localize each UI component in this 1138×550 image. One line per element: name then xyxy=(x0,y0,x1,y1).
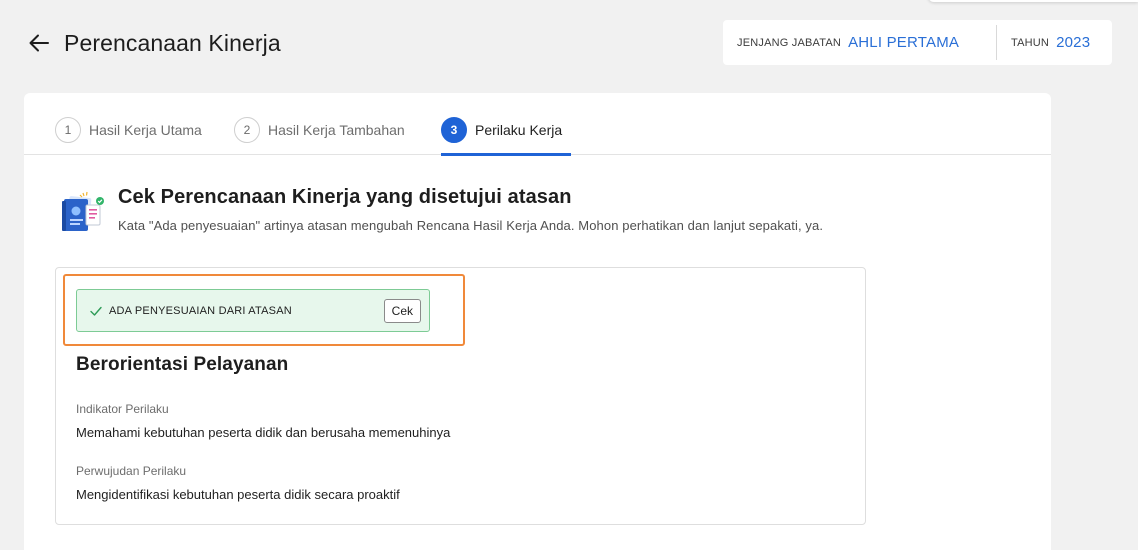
tab-label: Hasil Kerja Tambahan xyxy=(268,122,405,138)
tab-step-number: 1 xyxy=(55,117,81,143)
notice-description: Kata "Ada penyesuaian" artinya atasan me… xyxy=(118,218,824,233)
page-header: Perencanaan Kinerja xyxy=(28,28,281,58)
indikator-perilaku-label: Indikator Perilaku xyxy=(76,402,169,416)
jenjang-jabatan-value: AHLI PERTAMA xyxy=(848,34,960,51)
tahun-label: TAHUN xyxy=(1011,36,1050,49)
tab-hasil-kerja-tambahan[interactable]: 2 Hasil Kerja Tambahan xyxy=(234,117,405,143)
tab-label: Hasil Kerja Utama xyxy=(89,122,202,138)
main-card: 1 Hasil Kerja Utama 2 Hasil Kerja Tambah… xyxy=(24,93,1051,550)
jenjang-jabatan-label: JENJANG JABATAN xyxy=(737,36,842,49)
tab-hasil-kerja-utama[interactable]: 1 Hasil Kerja Utama xyxy=(55,117,202,143)
notice-text: Cek Perencanaan Kinerja yang disetujui a… xyxy=(118,185,823,239)
status-text: ADA PENYESUAIAN DARI ATASAN xyxy=(109,304,292,317)
section-title: Berorientasi Pelayanan xyxy=(76,354,289,375)
tab-perilaku-kerja[interactable]: 3 Perilaku Kerja xyxy=(441,117,562,143)
tab-label: Perilaku Kerja xyxy=(475,122,563,138)
active-tab-indicator xyxy=(441,153,571,156)
position-info-box: JENJANG JABATAN AHLI PERTAMA TAHUN 2023 xyxy=(723,20,1112,65)
document-check-icon xyxy=(56,187,108,239)
tahun-info: TAHUN 2023 xyxy=(997,20,1104,65)
arrow-left-icon[interactable] xyxy=(28,32,50,54)
cek-button[interactable]: Cek xyxy=(383,298,421,323)
tab-step-number: 2 xyxy=(234,117,260,143)
check-icon xyxy=(89,304,103,318)
top-panel-edge xyxy=(928,0,1138,2)
perilaku-item-card: ADA PENYESUAIAN DARI ATASAN Cek Berorien… xyxy=(55,267,866,525)
step-tabs: 1 Hasil Kerja Utama 2 Hasil Kerja Tambah… xyxy=(24,93,1051,156)
page-title: Perencanaan Kinerja xyxy=(64,29,281,56)
jenjang-jabatan-info: JENJANG JABATAN AHLI PERTAMA xyxy=(723,20,996,65)
notice-title: Cek Perencanaan Kinerja yang disetujui a… xyxy=(118,186,572,208)
tab-step-number: 3 xyxy=(441,117,467,143)
indikator-perilaku-value: Memahami kebutuhan peserta didik dan ber… xyxy=(76,425,451,440)
perwujudan-perilaku-label: Perwujudan Perilaku xyxy=(76,464,187,478)
perwujudan-perilaku-value: Mengidentifikasi kebutuhan peserta didik… xyxy=(76,487,400,502)
tahun-value: 2023 xyxy=(1056,34,1091,51)
approval-notice: Cek Perencanaan Kinerja yang disetujui a… xyxy=(56,185,823,239)
adjustment-status-badge: ADA PENYESUAIAN DARI ATASAN Cek xyxy=(76,289,430,332)
